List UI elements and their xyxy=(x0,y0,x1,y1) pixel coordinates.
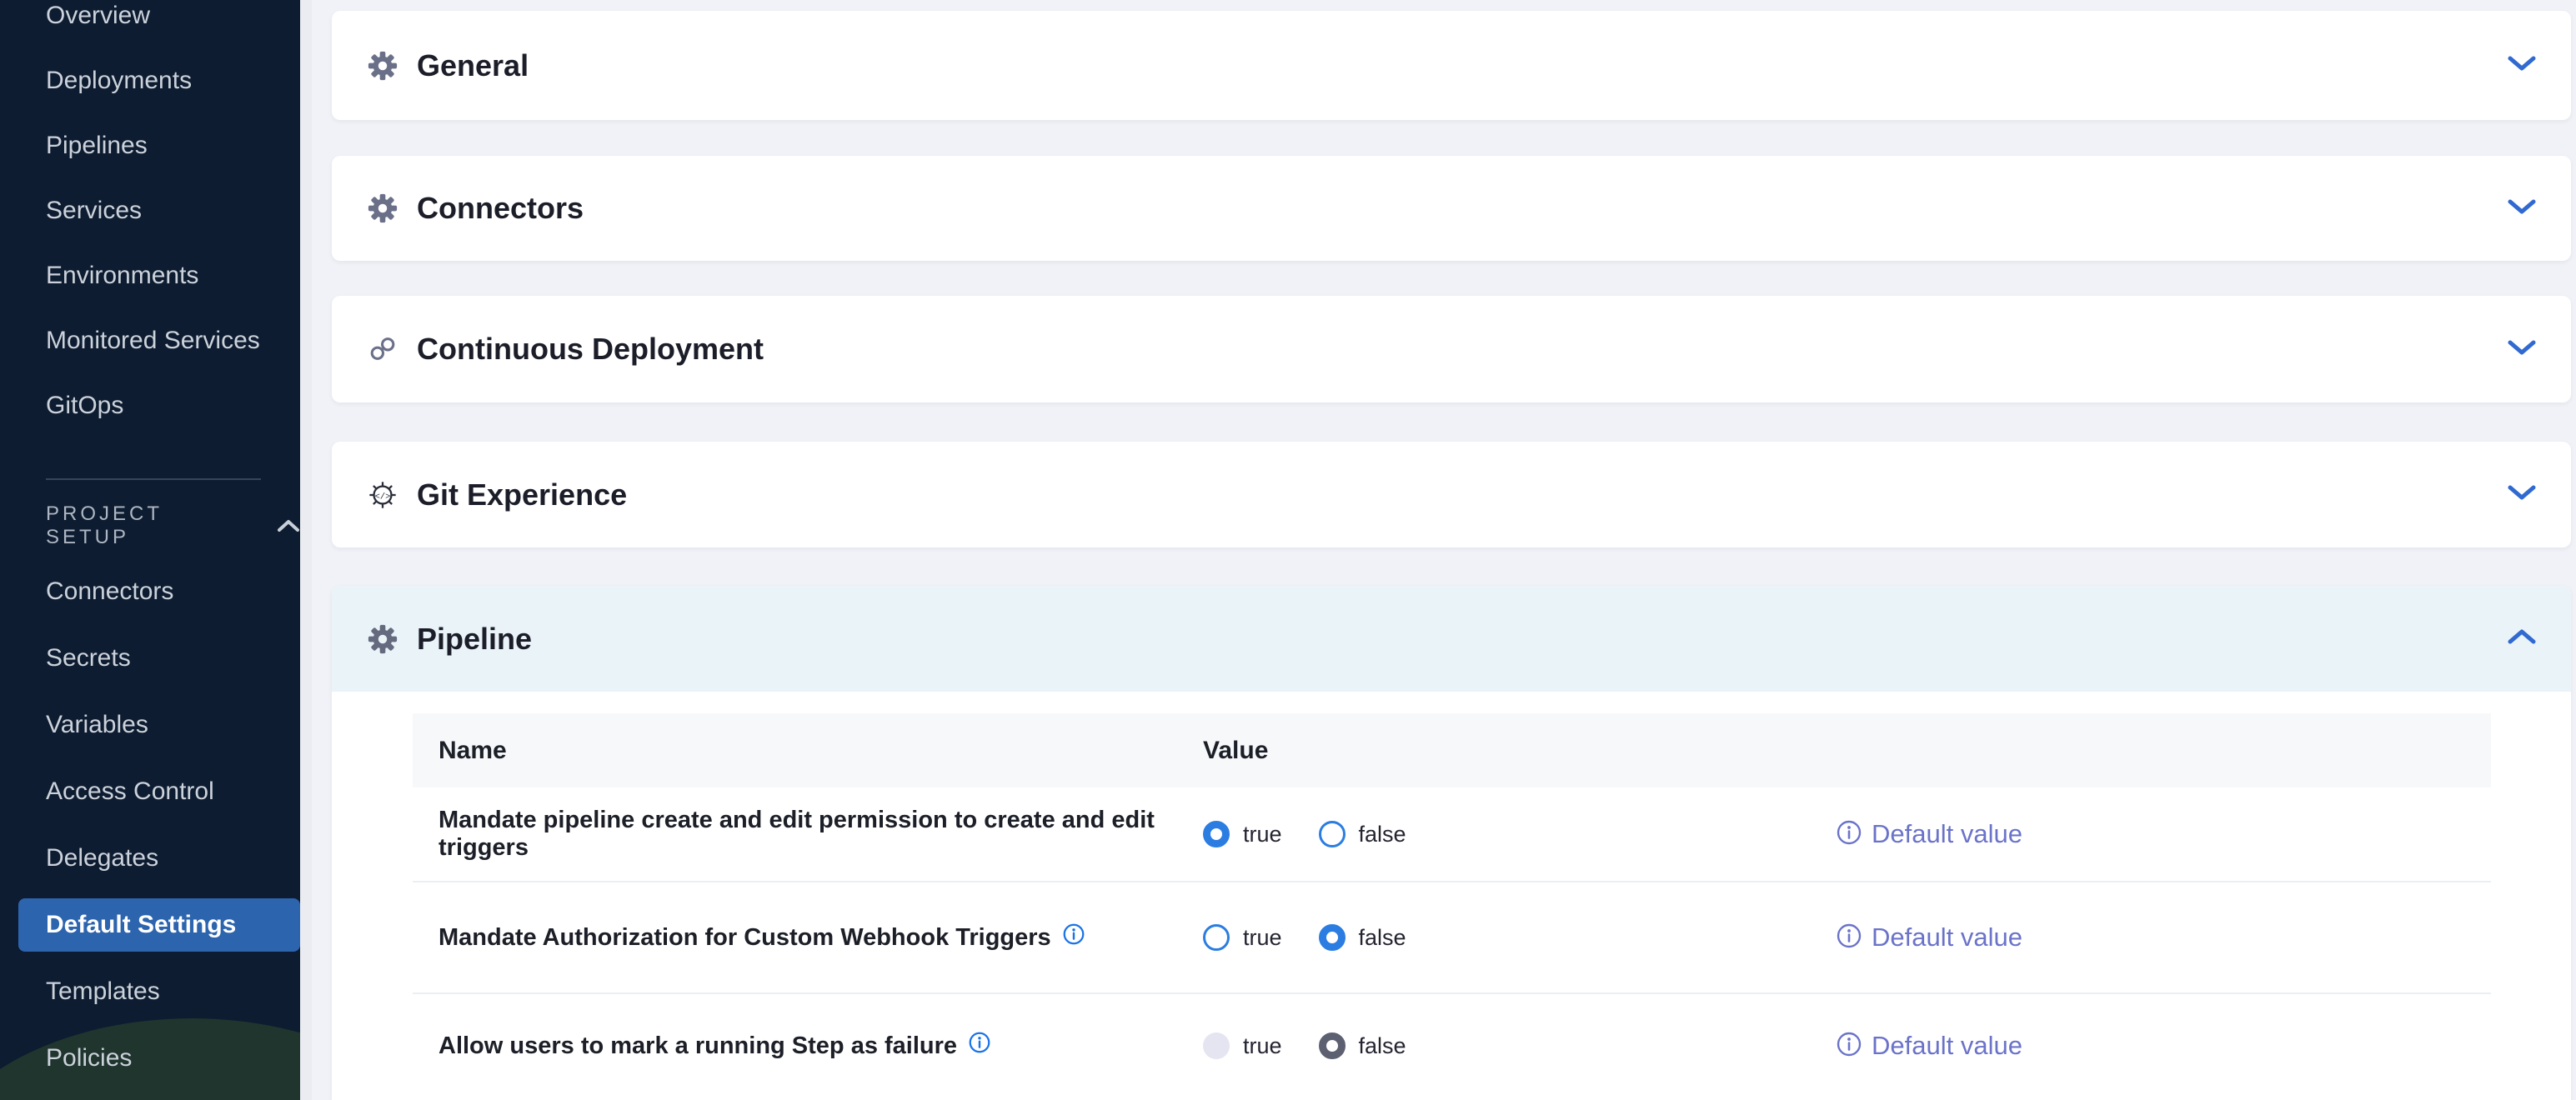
gear-code-icon: </> xyxy=(367,479,398,511)
chevron-down-icon[interactable] xyxy=(2507,54,2537,77)
setting-value-radios: true false xyxy=(1203,821,1837,848)
link-rings-icon xyxy=(367,333,398,365)
sidebar-item-overview[interactable]: Overview xyxy=(0,0,300,48)
sidebar-item-connectors[interactable]: Connectors xyxy=(0,558,300,625)
section-general: General xyxy=(332,11,2571,120)
table-row: Mandate pipeline create and edit permiss… xyxy=(413,788,2491,882)
radio-false[interactable] xyxy=(1319,1032,1346,1059)
setting-value-radios: true false xyxy=(1203,1032,1837,1059)
section-pipeline-header[interactable]: Pipeline xyxy=(332,586,2571,692)
section-git-experience: </> Git Experience xyxy=(332,442,2571,548)
info-icon[interactable] xyxy=(1063,923,1085,952)
info-icon xyxy=(1837,820,1862,849)
sidebar-divider xyxy=(46,478,261,480)
sidebar-item-environments[interactable]: Environments xyxy=(0,243,300,308)
sidebar-item-monitored-services[interactable]: Monitored Services xyxy=(0,308,300,373)
settings-main: General xyxy=(312,0,2576,1100)
chevron-up-icon xyxy=(277,515,300,538)
column-header-value: Value xyxy=(1203,737,1837,765)
default-value-link[interactable]: Default value xyxy=(1837,922,2491,952)
section-continuous-deployment: Continuous Deployment xyxy=(332,296,2571,402)
setting-name: Mandate Authorization for Custom Webhook… xyxy=(439,923,1203,952)
setting-value-radios: true false xyxy=(1203,924,1837,951)
sidebar-group-project-setup[interactable]: PROJECT SETUP xyxy=(0,493,300,558)
section-connectors-header[interactable]: Connectors xyxy=(332,156,2571,261)
radio-true-label: true xyxy=(1243,822,1282,848)
default-value-link[interactable]: Default value xyxy=(1837,1031,2491,1061)
section-continuous-deployment-header[interactable]: Continuous Deployment xyxy=(332,296,2571,402)
section-git-experience-header[interactable]: </> Git Experience xyxy=(332,442,2571,548)
gear-icon xyxy=(367,50,398,82)
radio-true-label: true xyxy=(1243,1033,1282,1059)
setting-name: Mandate pipeline create and edit permiss… xyxy=(439,807,1203,862)
chevron-down-icon[interactable] xyxy=(2507,198,2537,220)
info-icon xyxy=(1837,1032,1862,1061)
sidebar-item-policies[interactable]: Policies xyxy=(0,1025,300,1092)
pipeline-settings-table: Name Value Mandate pipeline create and e… xyxy=(332,692,2571,1098)
sidebar-item-pipelines[interactable]: Pipelines xyxy=(0,113,300,178)
radio-false-label: false xyxy=(1359,1033,1406,1059)
section-title: Pipeline xyxy=(417,622,532,657)
default-value-link[interactable]: Default value xyxy=(1837,819,2491,849)
radio-true xyxy=(1203,1032,1230,1059)
sidebar-item-access-control[interactable]: Access Control xyxy=(0,758,300,825)
radio-true[interactable] xyxy=(1203,924,1230,951)
chevron-down-icon[interactable] xyxy=(2507,483,2537,506)
gear-icon xyxy=(367,623,398,655)
sidebar-item-delegates[interactable]: Delegates xyxy=(0,825,300,892)
radio-false-label: false xyxy=(1359,822,1406,848)
section-title: Git Experience xyxy=(417,478,627,512)
table-header-row: Name Value xyxy=(413,713,2491,788)
setting-name: Allow users to mark a running Step as fa… xyxy=(439,1032,1203,1060)
section-title: Connectors xyxy=(417,191,584,226)
svg-text:</>: </> xyxy=(375,492,391,502)
radio-true-label: true xyxy=(1243,925,1282,951)
chevron-up-icon[interactable] xyxy=(2507,628,2537,650)
sidebar-item-services[interactable]: Services xyxy=(0,178,300,243)
sidebar-item-variables[interactable]: Variables xyxy=(0,692,300,758)
column-header-name: Name xyxy=(439,737,1203,765)
gear-icon xyxy=(367,192,398,224)
section-title: General xyxy=(417,48,529,83)
radio-false-label: false xyxy=(1359,925,1406,951)
sidebar-nav: Overview Deployments Pipelines Services … xyxy=(0,0,300,1092)
section-title: Continuous Deployment xyxy=(417,332,764,367)
radio-true[interactable] xyxy=(1203,821,1230,848)
sidebar-item-deployments[interactable]: Deployments xyxy=(0,48,300,113)
sidebar-scrollbar-track[interactable] xyxy=(300,0,312,1100)
sidebar-item-gitops[interactable]: GitOps xyxy=(0,373,300,438)
info-icon[interactable] xyxy=(969,1032,990,1060)
table-row: Mandate Authorization for Custom Webhook… xyxy=(413,882,2491,994)
info-icon xyxy=(1837,923,1862,952)
table-row: Allow users to mark a running Step as fa… xyxy=(413,994,2491,1098)
sidebar-item-secrets[interactable]: Secrets xyxy=(0,625,300,692)
sidebar-item-default-settings[interactable]: Default Settings xyxy=(0,892,300,958)
section-pipeline: Pipeline Name Value Mandate pipeline cre… xyxy=(332,586,2571,1100)
sidebar: Overview Deployments Pipelines Services … xyxy=(0,0,300,1100)
sidebar-item-templates[interactable]: Templates xyxy=(0,958,300,1025)
section-general-header[interactable]: General xyxy=(332,11,2571,120)
section-connectors: Connectors xyxy=(332,156,2571,261)
radio-false[interactable] xyxy=(1319,924,1346,951)
chevron-down-icon[interactable] xyxy=(2507,338,2537,361)
radio-false[interactable] xyxy=(1319,821,1346,848)
